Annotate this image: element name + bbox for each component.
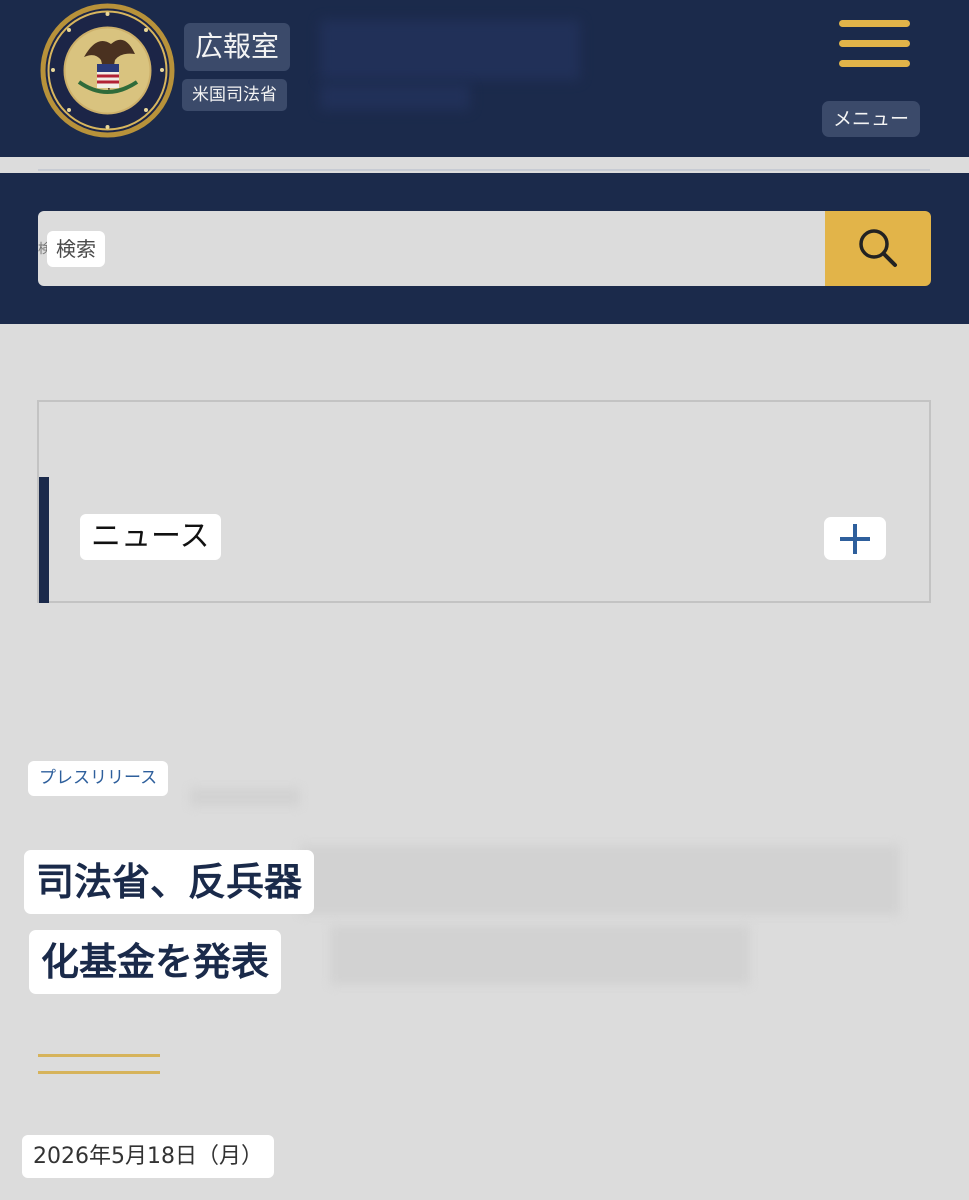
blurred-background [190, 788, 300, 806]
header-divider [0, 157, 969, 173]
news-section-label[interactable]: ニュース [80, 514, 221, 560]
divider-line [38, 169, 930, 171]
search-bar: 検索 [0, 173, 969, 324]
article-headline[interactable]: 化基金を発表 [29, 930, 282, 994]
blurred-background [300, 845, 900, 915]
doj-seal-icon[interactable] [39, 2, 176, 139]
search-button[interactable] [825, 211, 931, 286]
search-placeholder: 検索 [47, 231, 105, 267]
decorative-rule [38, 1054, 160, 1057]
search-icon [859, 229, 897, 267]
search-input[interactable] [38, 211, 825, 286]
hamburger-icon-bar [839, 40, 910, 47]
hamburger-icon-bar [839, 60, 910, 67]
category-badge[interactable]: プレスリリース [28, 761, 169, 796]
article-headline[interactable]: 司法省、反兵器 [24, 850, 315, 914]
menu-label: メニュー [822, 101, 921, 137]
department-name: 米国司法省 [182, 79, 287, 111]
decorative-rule [38, 1071, 160, 1074]
expand-button[interactable] [824, 517, 886, 560]
search-field[interactable]: 検索 [38, 211, 825, 286]
blurred-background [320, 84, 470, 110]
office-title[interactable]: 広報室 [184, 23, 291, 71]
page: 広報室 米国司法省 メニュー 検索 ニュース プレスリリース 司法省、反兵器 化… [0, 0, 969, 1200]
menu-button[interactable]: メニュー [820, 14, 930, 138]
accordion-accent-bar [39, 477, 49, 603]
blurred-background [320, 20, 580, 80]
news-accordion[interactable]: ニュース [37, 400, 931, 603]
article-date: 2026年5月18日（月） [22, 1135, 274, 1178]
site-header: 広報室 米国司法省 メニュー [0, 0, 969, 157]
hamburger-icon-bar [839, 20, 910, 27]
plus-icon [840, 524, 870, 554]
blurred-background [330, 925, 750, 985]
